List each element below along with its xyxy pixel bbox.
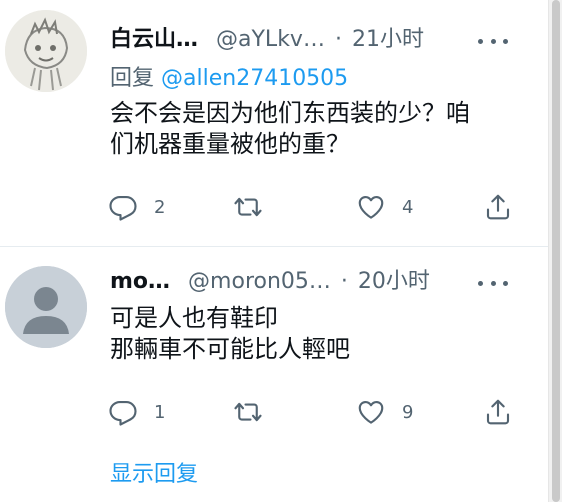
tweet-text-line: 们机器重量被他的重？ [110, 130, 350, 158]
default-user-icon [5, 266, 87, 348]
retweet-button[interactable] [233, 190, 279, 224]
tweet-actions: 1 9 [108, 395, 523, 429]
replying-prefix: 回复 [110, 66, 155, 91]
tweet-header: 白云山… @aYLkv… · 21小时 [110, 25, 424, 55]
reply-button[interactable]: 1 [108, 395, 165, 429]
mention-link[interactable]: @allen27410505 [161, 66, 348, 91]
tweet-text-line: 那輛車不可能比人輕吧 [110, 335, 350, 363]
share-icon [486, 399, 510, 425]
user-handle[interactable]: @moron05… [188, 267, 331, 297]
reply-count: 2 [154, 196, 166, 218]
reply-icon [109, 400, 137, 426]
default-avatar-icon[interactable] [5, 266, 87, 348]
heart-icon [358, 195, 384, 219]
scrollbar[interactable] [548, 0, 562, 502]
separator-dot: · [334, 27, 342, 52]
replying-to: 回复 @allen27410505 [110, 64, 348, 94]
reply-button[interactable]: 2 [108, 190, 165, 224]
avatar-sketch-image [5, 10, 87, 92]
like-button[interactable]: 9 [356, 395, 413, 429]
share-button[interactable] [483, 395, 513, 429]
tweet-actions: 2 4 [108, 190, 523, 224]
retweet-button[interactable] [233, 395, 279, 429]
like-button[interactable]: 4 [356, 190, 413, 224]
show-replies-link[interactable]: 显示回复 [110, 460, 198, 490]
reply-count: 1 [154, 401, 166, 423]
share-icon [486, 194, 510, 220]
tweet-reply-2[interactable]: mo… @moron05… · 20小时 可是人也有鞋印 那輛車不可能比人輕吧 … [0, 247, 548, 447]
like-count: 9 [402, 401, 414, 423]
user-handle[interactable]: @aYLkv… [216, 25, 325, 55]
retweet-icon [234, 197, 262, 217]
more-options-icon[interactable] [478, 268, 508, 298]
separator-dot: · [340, 269, 348, 294]
display-name[interactable]: 白云山… [110, 25, 198, 55]
tweet-reply-1[interactable]: 白云山… @aYLkv… · 21小时 回复 @allen27410505 会不… [0, 0, 548, 246]
tweet-text: 可是人也有鞋印 那輛車不可能比人輕吧 [110, 303, 530, 365]
timestamp[interactable]: 20小时 [358, 267, 430, 297]
display-name[interactable]: mo… [110, 267, 170, 297]
timestamp[interactable]: 21小时 [352, 25, 424, 55]
heart-icon [358, 400, 384, 424]
retweet-icon [234, 402, 262, 422]
tweet-text: 会不会是因为他们东西装的少？咱 们机器重量被他的重？ [110, 98, 530, 160]
share-button[interactable] [483, 190, 513, 224]
reply-icon [109, 195, 137, 221]
like-count: 4 [402, 196, 414, 218]
more-options-icon[interactable] [478, 26, 508, 56]
tweet-header: mo… @moron05… · 20小时 [110, 267, 430, 297]
avatar[interactable] [5, 10, 87, 92]
tweet-text-line: 可是人也有鞋印 [110, 304, 278, 332]
scrollbar-thumb[interactable] [552, 0, 560, 502]
tweet-text-line: 会不会是因为他们东西装的少？咱 [110, 99, 470, 127]
